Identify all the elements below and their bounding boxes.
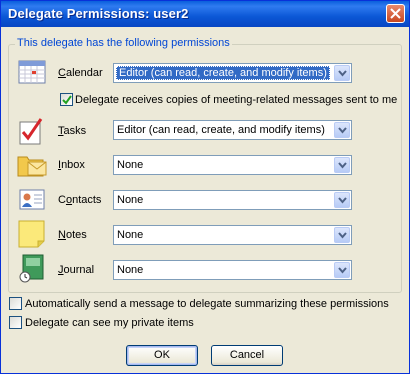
calendar-permission-value: Editor (can read, create, and modify ite… — [116, 66, 330, 80]
inbox-icon — [17, 151, 47, 179]
inbox-dropdown-button[interactable] — [334, 157, 350, 173]
notes-dropdown-button[interactable] — [334, 227, 350, 243]
title-bar[interactable]: Delegate Permissions: user2 — [1, 1, 409, 27]
calendar-label-rest: alendar — [65, 67, 103, 79]
chevron-down-icon — [338, 127, 347, 134]
group-legend: This delegate has the following permissi… — [15, 37, 232, 49]
calendar-permission-select[interactable]: Editor (can read, create, and modify ite… — [113, 63, 352, 83]
contacts-label: Contacts — [58, 194, 102, 206]
notes-icon — [17, 219, 47, 248]
inbox-permission-select[interactable]: None — [113, 155, 352, 175]
meeting-copies-label: Delegate receives copies of meeting-rela… — [75, 94, 398, 106]
checkmark-icon — [62, 95, 72, 105]
calendar-icon — [17, 58, 47, 86]
auto-send-checkbox[interactable] — [9, 297, 22, 310]
tasks-icon — [17, 116, 47, 145]
contacts-permission-value: None — [117, 194, 144, 206]
meeting-copies-checkbox[interactable] — [60, 93, 73, 106]
chevron-down-icon — [338, 267, 347, 274]
ok-button[interactable]: OK — [126, 345, 198, 366]
delegate-permissions-dialog: Delegate Permissions: user2 This delegat… — [0, 0, 410, 374]
chevron-down-icon — [338, 70, 347, 77]
calendar-dropdown-button[interactable] — [334, 65, 350, 81]
close-button[interactable] — [386, 4, 405, 23]
notes-permission-value: None — [117, 229, 144, 241]
inbox-label: Inbox — [58, 159, 85, 171]
inbox-permission-value: None — [117, 159, 144, 171]
tasks-permission-select[interactable]: Editor (can read, create, and modify ite… — [113, 120, 352, 140]
contacts-dropdown-button[interactable] — [334, 192, 350, 208]
journal-dropdown-button[interactable] — [334, 262, 350, 278]
window-title: Delegate Permissions: user2 — [8, 6, 189, 21]
calendar-label: Calendar — [58, 67, 103, 79]
close-icon — [390, 8, 401, 19]
journal-permission-value: None — [117, 264, 144, 276]
chevron-down-icon — [338, 197, 347, 204]
notes-label: Notes — [58, 229, 87, 241]
private-items-checkbox[interactable] — [9, 316, 22, 329]
notes-permission-select[interactable]: None — [113, 225, 352, 245]
journal-icon — [17, 253, 47, 283]
chevron-down-icon — [338, 162, 347, 169]
contacts-icon — [17, 186, 47, 214]
contacts-permission-select[interactable]: None — [113, 190, 352, 210]
cancel-button[interactable]: Cancel — [211, 345, 283, 366]
chevron-down-icon — [338, 232, 347, 239]
tasks-dropdown-button[interactable] — [334, 122, 350, 138]
journal-label: Journal — [58, 264, 95, 276]
auto-send-label: Automatically send a message to delegate… — [25, 298, 389, 310]
journal-permission-select[interactable]: None — [113, 260, 352, 280]
tasks-label: Tasks — [58, 125, 87, 137]
tasks-permission-value: Editor (can read, create, and modify ite… — [117, 124, 325, 136]
private-items-label: Delegate can see my private items — [25, 317, 194, 329]
